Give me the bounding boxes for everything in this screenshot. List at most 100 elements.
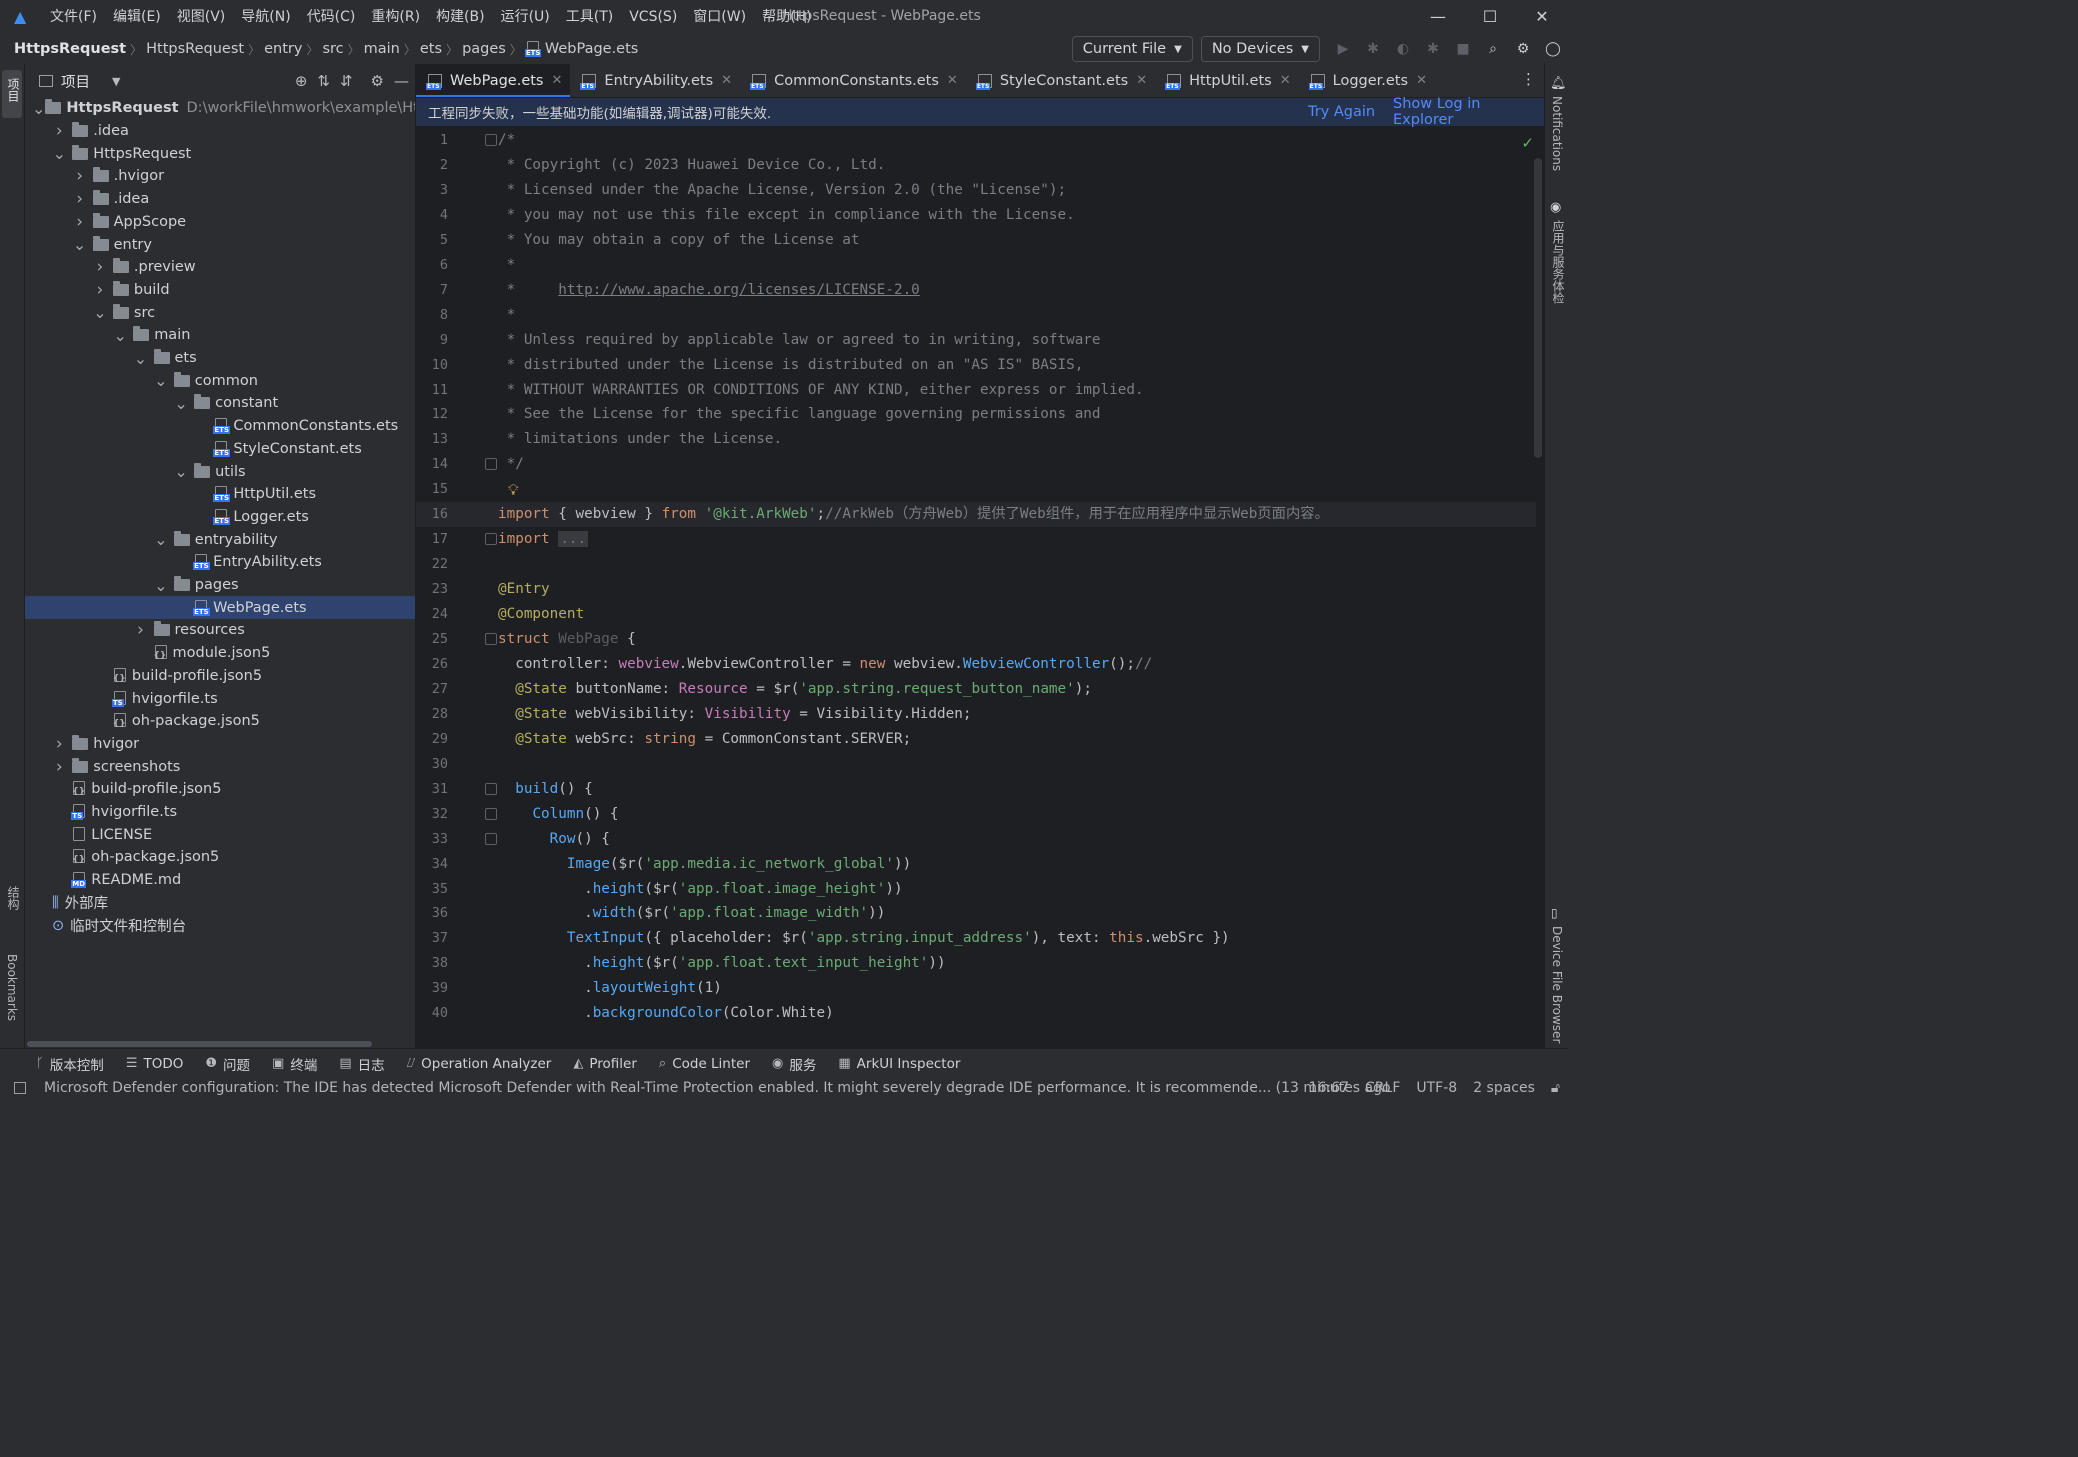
- menu-edit[interactable]: 编辑(E): [105, 0, 169, 34]
- attach-debugger-icon[interactable]: ✱: [1418, 36, 1448, 62]
- fold-marker-icon[interactable]: [485, 807, 497, 820]
- status-message[interactable]: Microsoft Defender configuration: The ID…: [44, 1078, 1391, 1099]
- breadcrumb-file[interactable]: WebPage.ets: [545, 41, 639, 57]
- device-file-browser-tool-button[interactable]: Device File Browser: [1550, 926, 1564, 1043]
- caret-position[interactable]: 16:67: [1309, 1078, 1349, 1099]
- chevron-down-icon[interactable]: ⌄: [154, 530, 168, 549]
- breadcrumb-main[interactable]: main: [364, 41, 400, 57]
- tree-folder[interactable]: › build: [25, 279, 415, 302]
- code-line[interactable]: 28 @State webVisibility: Visibility = Vi…: [416, 702, 1536, 727]
- code-line[interactable]: 9 * Unless required by applicable law or…: [416, 328, 1536, 353]
- code-line[interactable]: 23 @Entry: [416, 577, 1536, 602]
- chevron-down-icon[interactable]: ⌄: [113, 326, 127, 345]
- chevron-right-icon[interactable]: ›: [73, 212, 87, 232]
- tree-folder[interactable]: › resources: [25, 619, 415, 642]
- stop-icon[interactable]: ■: [1448, 36, 1478, 62]
- tree-file[interactable]: TS hvigorfile.ts: [25, 687, 415, 710]
- tool-terminal[interactable]: ▣ 终端: [272, 1054, 317, 1074]
- line-separator[interactable]: CRLF: [1365, 1078, 1400, 1099]
- code-line[interactable]: 24 @Component: [416, 602, 1536, 627]
- tree-file[interactable]: ETS EntryAbility.ets: [25, 551, 415, 574]
- lightbulb-icon[interactable]: 💡︎: [508, 481, 519, 499]
- profile-icon[interactable]: ◐: [1388, 36, 1418, 62]
- view-mode-dropdown-icon[interactable]: ▼: [112, 75, 120, 88]
- tree-file[interactable]: {} oh-package.json5: [25, 846, 415, 869]
- code-line[interactable]: 26 controller: webview.WebviewController…: [416, 652, 1536, 677]
- tab-styleconstant[interactable]: StyleConstant.ets ✕: [966, 64, 1155, 97]
- code-line[interactable]: 22: [416, 552, 1536, 577]
- chevron-down-icon[interactable]: ⌄: [154, 371, 168, 390]
- chevron-right-icon[interactable]: ›: [52, 734, 66, 754]
- collapse-all-icon[interactable]: ⇵: [340, 72, 353, 90]
- tree-file[interactable]: LICENSE: [25, 823, 415, 846]
- tree-file[interactable]: ETS WebPage.ets: [25, 596, 415, 620]
- breadcrumb-project[interactable]: HttpsRequest: [14, 41, 126, 57]
- tool-log[interactable]: ▤ 日志: [339, 1054, 384, 1074]
- close-icon[interactable]: ✕: [947, 73, 958, 88]
- code-line[interactable]: 2 * Copyright (c) 2023 Huawei Device Co.…: [416, 153, 1536, 178]
- tree-folder[interactable]: › .idea: [25, 120, 415, 143]
- code-line[interactable]: 6 *: [416, 253, 1536, 278]
- menu-file[interactable]: 文件(F): [42, 0, 105, 34]
- chevron-down-icon[interactable]: ⌄: [174, 394, 188, 413]
- breadcrumb-pages[interactable]: pages: [462, 41, 506, 57]
- tree-folder[interactable]: ⌄ constant: [25, 392, 415, 415]
- code-line[interactable]: 1 /*: [416, 128, 1536, 153]
- tree-file[interactable]: MD README.md: [25, 869, 415, 892]
- more-tabs-icon[interactable]: ⋮: [1521, 70, 1536, 88]
- tree-folder[interactable]: ⌄ entryability: [25, 528, 415, 551]
- code-line[interactable]: 14 */: [416, 452, 1536, 477]
- chevron-right-icon[interactable]: ›: [93, 257, 107, 277]
- fold-marker-icon[interactable]: [485, 782, 497, 795]
- fold-marker-icon[interactable]: [485, 533, 497, 546]
- close-icon[interactable]: ✕: [1136, 73, 1147, 88]
- tree-file[interactable]: {} build-profile.json5: [25, 665, 415, 688]
- menu-build[interactable]: 构建(B): [428, 0, 493, 34]
- code-line[interactable]: 17 import ...: [416, 527, 1536, 552]
- code-line[interactable]: 11 * WITHOUT WARRANTIES OR CONDITIONS OF…: [416, 378, 1536, 403]
- tree-folder[interactable]: ⌄ pages: [25, 574, 415, 597]
- tab-httputil[interactable]: HttpUtil.ets ✕: [1155, 64, 1299, 97]
- close-icon[interactable]: ✕: [1416, 73, 1427, 88]
- menu-code[interactable]: 代码(C): [299, 0, 364, 34]
- chevron-right-icon[interactable]: ›: [93, 280, 107, 300]
- tree-folder[interactable]: ⌄ HttpsRequest: [25, 142, 415, 165]
- menu-window[interactable]: 窗口(W): [685, 0, 754, 34]
- chevron-down-icon[interactable]: ⌄: [73, 235, 87, 254]
- tree-folder[interactable]: ⌄ entry: [25, 233, 415, 256]
- fold-marker-icon[interactable]: [485, 832, 497, 845]
- tree-folder[interactable]: ⌄ utils: [25, 460, 415, 483]
- tree-file[interactable]: ETS HttpUtil.ets: [25, 483, 415, 506]
- status-toggle-icon[interactable]: [14, 1082, 26, 1094]
- app-services-tool-button[interactable]: 应用与服务体检: [1550, 220, 1567, 304]
- menu-refactor[interactable]: 重构(R): [363, 0, 428, 34]
- tree-file[interactable]: TS hvigorfile.ts: [25, 801, 415, 824]
- chevron-right-icon[interactable]: ›: [52, 121, 66, 141]
- tree-file[interactable]: {} oh-package.json5: [25, 710, 415, 733]
- tree-folder[interactable]: ⌄ common: [25, 369, 415, 392]
- code-line[interactable]: 4 * you may not use this file except in …: [416, 203, 1536, 228]
- code-line[interactable]: 33 Row() {: [416, 827, 1536, 852]
- device-dropdown[interactable]: No Devices ▼: [1200, 36, 1320, 62]
- close-button[interactable]: ✕: [1516, 0, 1568, 32]
- tool-operation-analyzer[interactable]: ⌰ Operation Analyzer: [407, 1056, 552, 1072]
- menu-run[interactable]: 运行(U): [493, 0, 558, 34]
- chevron-right-icon[interactable]: ›: [52, 757, 66, 777]
- tab-entryability[interactable]: EntryAbility.ets ✕: [570, 64, 740, 97]
- run-icon[interactable]: ▶: [1328, 36, 1358, 62]
- vertical-scrollbar[interactable]: [1534, 158, 1542, 458]
- maximize-button[interactable]: ☐: [1464, 0, 1516, 32]
- tab-logger[interactable]: Logger.ets ✕: [1299, 64, 1435, 97]
- breadcrumb-entry[interactable]: entry: [264, 41, 302, 57]
- run-config-dropdown[interactable]: Current File ▼: [1071, 36, 1193, 62]
- chevron-right-icon[interactable]: ›: [134, 620, 148, 640]
- close-icon[interactable]: ✕: [1280, 73, 1291, 88]
- menu-navigate[interactable]: 导航(N): [233, 0, 298, 34]
- tool-profiler[interactable]: ◭ Profiler: [573, 1056, 637, 1072]
- tool-code-linter[interactable]: ⌕ Code Linter: [659, 1056, 750, 1072]
- show-log-link[interactable]: Show Log in Explorer: [1393, 96, 1544, 128]
- code-line[interactable]: 36 .width($r('app.float.image_width')): [416, 901, 1536, 926]
- tree-folder[interactable]: › AppScope: [25, 211, 415, 234]
- tree-file[interactable]: {} build-profile.json5: [25, 778, 415, 801]
- menu-vcs[interactable]: VCS(S): [621, 0, 685, 34]
